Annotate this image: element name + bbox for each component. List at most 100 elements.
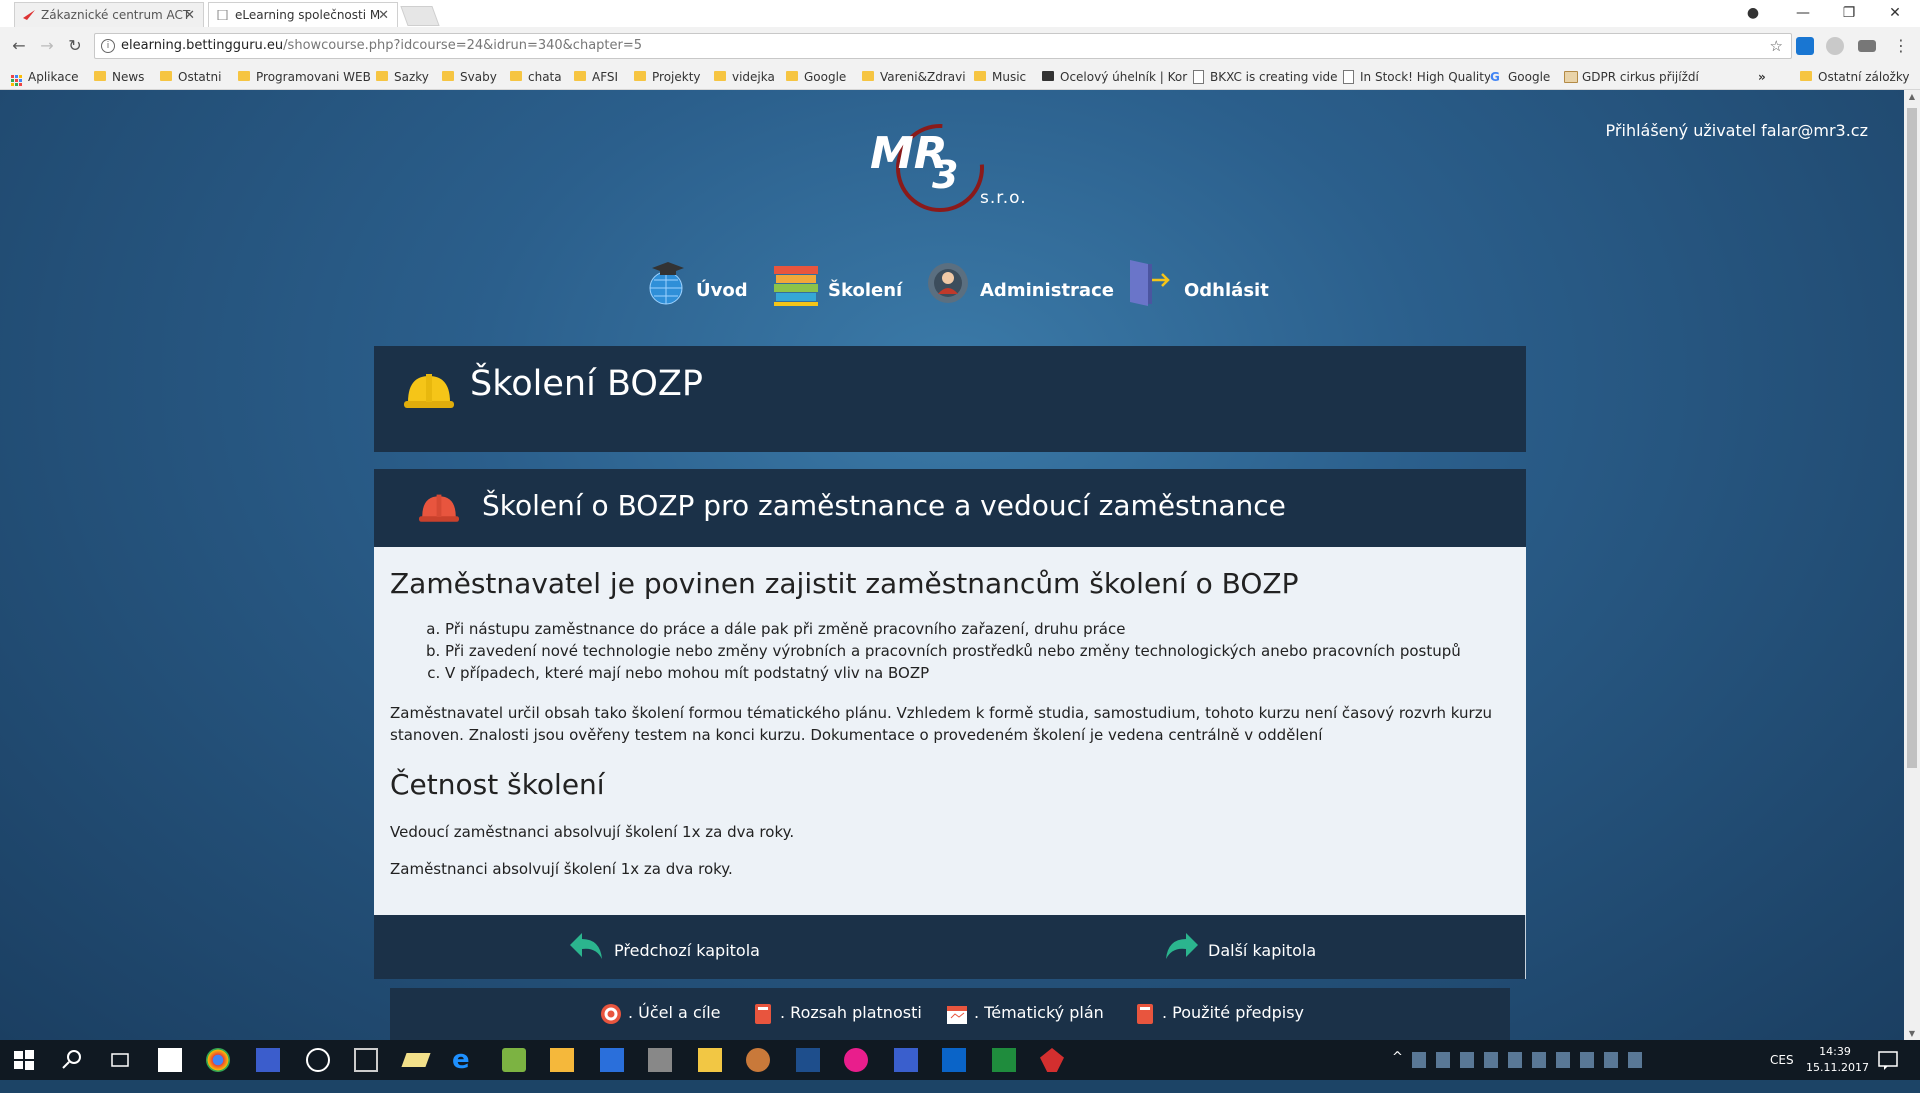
nav-item-odhlasit[interactable]: Odhlásit bbox=[1128, 260, 1269, 310]
store-icon[interactable] bbox=[158, 1048, 182, 1072]
paint-app-icon[interactable] bbox=[746, 1048, 770, 1072]
chapter-title: Školení o BOZP pro zaměstnance a vedoucí… bbox=[482, 489, 1286, 522]
window-close-button[interactable]: ✕ bbox=[1872, 0, 1918, 27]
bookmark-folder[interactable]: AFSI bbox=[574, 65, 618, 89]
folder-icon bbox=[510, 71, 522, 81]
outlook-icon[interactable] bbox=[942, 1048, 966, 1072]
red-app-icon[interactable] bbox=[1040, 1048, 1064, 1072]
bookmark-folder[interactable]: Sazky bbox=[376, 65, 429, 89]
chapter-navigation: Předchozí kapitola Další kapitola bbox=[374, 915, 1526, 979]
bookmark-link[interactable]: G Google bbox=[1490, 65, 1550, 89]
nav-label: Administrace bbox=[980, 280, 1114, 301]
bookmark-folder[interactable]: Music bbox=[974, 65, 1026, 89]
nav-item-skoleni[interactable]: Školení bbox=[774, 260, 904, 310]
bookmark-folder[interactable]: Vareni&Zdravi bbox=[862, 65, 966, 89]
close-icon[interactable]: ✕ bbox=[378, 3, 389, 27]
save-app-icon[interactable] bbox=[256, 1048, 280, 1072]
tray-chevron-icon[interactable]: ^ bbox=[1392, 1050, 1403, 1090]
network-app-icon[interactable] bbox=[894, 1048, 918, 1072]
scrollbar-thumb[interactable] bbox=[1907, 108, 1917, 768]
address-bar[interactable]: i elearning.bettingguru.eu/showcourse.ph… bbox=[94, 33, 1792, 59]
bookmark-folder[interactable]: chata bbox=[510, 65, 562, 89]
nav-item-uvod[interactable]: Úvod bbox=[646, 260, 756, 310]
visual-studio-icon[interactable] bbox=[796, 1048, 820, 1072]
bookmark-folder[interactable]: Svaby bbox=[442, 65, 497, 89]
footer-link-predpisy[interactable]: . Použité předpisy bbox=[1134, 1000, 1304, 1026]
language-indicator[interactable]: CES bbox=[1770, 1053, 1794, 1093]
cast-icon[interactable] bbox=[1858, 40, 1876, 52]
restore-button[interactable]: ❐ bbox=[1826, 0, 1872, 27]
next-chapter-button[interactable]: Další kapitola bbox=[1164, 931, 1316, 965]
bookmark-folder[interactable]: videjka bbox=[714, 65, 775, 89]
previous-chapter-button[interactable]: Předchozí kapitola bbox=[570, 931, 760, 965]
bookmark-label: Ostatní záložky bbox=[1818, 70, 1910, 84]
bookmark-folder[interactable]: Ostatni bbox=[160, 65, 221, 89]
bookmark-link[interactable]: In Stock! High Quality bbox=[1342, 65, 1490, 89]
bookmarks-overflow-button[interactable]: » bbox=[1758, 65, 1766, 89]
folder-icon bbox=[574, 71, 586, 81]
reload-icon[interactable]: ↻ bbox=[64, 35, 86, 57]
bookmark-folder[interactable]: Programovani WEB bbox=[238, 65, 371, 89]
bookmark-link[interactable]: BKXC is creating vide bbox=[1192, 65, 1340, 89]
bookmark-link[interactable]: Ocelový úhelník | Kor bbox=[1042, 65, 1190, 89]
bookmark-label: Google bbox=[1508, 70, 1551, 84]
bookmark-label: GDPR cirkus přijíždí bbox=[1582, 70, 1699, 84]
profile-icon[interactable]: ● bbox=[1730, 0, 1776, 27]
bookmark-star-icon[interactable]: ☆ bbox=[1770, 34, 1783, 58]
company-logo[interactable]: MR 3 s.r.o. bbox=[870, 120, 1030, 212]
forward-arrow-icon[interactable]: → bbox=[36, 35, 58, 57]
other-bookmarks-folder[interactable]: Ostatní záložky bbox=[1800, 65, 1909, 89]
minimize-button[interactable]: — bbox=[1780, 0, 1826, 27]
footer-link-tematicky-plan[interactable]: . Tématický plán bbox=[946, 1000, 1104, 1026]
calendar-icon bbox=[947, 1005, 967, 1024]
google-icon: G bbox=[1490, 70, 1500, 84]
clock[interactable]: 14:39 15.11.2017 bbox=[1806, 1044, 1869, 1084]
apps-grid-icon bbox=[11, 75, 22, 86]
bookmark-label: Aplikace bbox=[28, 70, 79, 84]
bookmark-folder[interactable]: Projekty bbox=[634, 65, 701, 89]
lock-app-icon[interactable] bbox=[306, 1048, 330, 1072]
bookmark-label: Google bbox=[804, 70, 847, 84]
tools-app-icon[interactable] bbox=[648, 1048, 672, 1072]
bookmark-apps[interactable]: Aplikace bbox=[10, 65, 79, 89]
extension-icon[interactable] bbox=[1796, 37, 1814, 55]
green-app-icon[interactable] bbox=[502, 1048, 526, 1072]
footer-link-ucel[interactable]: . Účel a cíle bbox=[600, 1000, 720, 1026]
chrome-icon[interactable] bbox=[206, 1048, 230, 1072]
page-scrollbar[interactable]: ▲ ▼ bbox=[1904, 90, 1920, 1040]
folder-app-icon[interactable] bbox=[550, 1048, 574, 1072]
scroll-down-icon[interactable]: ▼ bbox=[1904, 1029, 1920, 1038]
notes-app-icon[interactable] bbox=[401, 1053, 431, 1067]
bookmarks-bar: Aplikace News Ostatni Programovani WEB S… bbox=[0, 65, 1920, 90]
search-icon[interactable] bbox=[60, 1048, 84, 1072]
folder-icon bbox=[94, 71, 106, 81]
folder-icon bbox=[160, 71, 172, 81]
button-label: Předchozí kapitola bbox=[614, 941, 760, 960]
excel-icon[interactable] bbox=[992, 1048, 1016, 1072]
target-icon bbox=[601, 1003, 621, 1024]
terminal-icon[interactable] bbox=[354, 1048, 378, 1072]
blue-app-icon[interactable] bbox=[600, 1048, 624, 1072]
pink-app-icon[interactable] bbox=[844, 1048, 868, 1072]
back-arrow-icon[interactable]: ← bbox=[8, 35, 30, 57]
new-tab-button[interactable] bbox=[400, 6, 440, 26]
nav-item-administrace[interactable]: Administrace bbox=[926, 260, 1114, 310]
windows-start-icon[interactable] bbox=[12, 1048, 36, 1072]
bookmark-folder[interactable]: News bbox=[94, 65, 144, 89]
footer-link-rozsah[interactable]: . Rozsah platnosti bbox=[752, 1000, 922, 1026]
browser-tab-elearning[interactable]: eLearning společnosti M ✕ bbox=[208, 2, 398, 27]
close-icon[interactable]: ✕ bbox=[184, 3, 195, 27]
bookmark-folder[interactable]: Google bbox=[786, 65, 846, 89]
cloud-extension-icon[interactable] bbox=[1826, 37, 1844, 55]
menu-dots-icon[interactable]: ⋮ bbox=[1890, 35, 1912, 57]
bookmark-link[interactable]: GDPR cirkus přijíždí bbox=[1564, 65, 1722, 89]
internet-explorer-icon[interactable]: e bbox=[452, 1047, 476, 1073]
folder-icon bbox=[1800, 71, 1812, 81]
task-view-icon[interactable] bbox=[108, 1048, 132, 1072]
tray-icons[interactable] bbox=[1412, 1052, 1652, 1068]
browser-tab-zakaznicke-centrum[interactable]: Zákaznické centrum ACT ✕ bbox=[14, 2, 204, 27]
file-explorer-icon[interactable] bbox=[698, 1048, 722, 1072]
info-icon[interactable]: i bbox=[101, 39, 115, 53]
notifications-icon[interactable] bbox=[1876, 1048, 1900, 1072]
scroll-up-icon[interactable]: ▲ bbox=[1904, 92, 1920, 101]
